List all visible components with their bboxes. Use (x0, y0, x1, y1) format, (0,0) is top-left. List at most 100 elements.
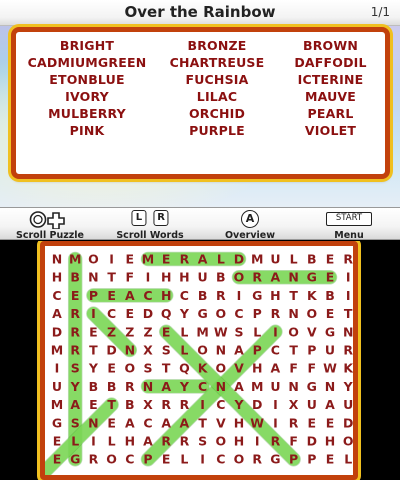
letter-cell[interactable]: A (180, 415, 190, 430)
letter-cell[interactable]: Y (88, 361, 99, 376)
letter-cell[interactable]: O (306, 306, 317, 321)
letter-cell[interactable]: C (198, 379, 207, 394)
letter-cell[interactable]: R (271, 306, 281, 321)
letter-cell[interactable]: C (216, 397, 225, 412)
letter-cell[interactable]: I (91, 306, 96, 321)
letter-cell[interactable]: E (326, 270, 335, 285)
letter-cell[interactable]: C (52, 288, 61, 303)
letter-cell[interactable]: M (69, 252, 81, 267)
letter-cell[interactable]: O (215, 434, 226, 449)
letter-cell[interactable]: L (180, 343, 188, 358)
letter-cell[interactable]: B (107, 379, 117, 394)
letter-cell[interactable]: O (234, 452, 245, 467)
letter-cell[interactable]: G (52, 415, 62, 430)
letter-cell[interactable]: E (326, 252, 335, 267)
letter-cell[interactable]: H (325, 434, 335, 449)
letter-cell[interactable]: R (252, 452, 262, 467)
letter-cell[interactable]: Y (233, 397, 244, 412)
letter-cell[interactable]: I (237, 288, 242, 303)
letter-cell[interactable]: I (273, 397, 278, 412)
letter-cell[interactable]: I (346, 288, 351, 303)
letter-cell[interactable]: E (89, 397, 98, 412)
letter-cell[interactable]: D (106, 343, 116, 358)
letter-cell[interactable]: K (343, 361, 353, 376)
letter-cell[interactable]: E (162, 252, 171, 267)
letter-cell[interactable]: I (255, 434, 260, 449)
letter-cell[interactable]: O (343, 434, 353, 449)
letter-cell[interactable]: U (270, 379, 280, 394)
letter-cell[interactable]: O (288, 324, 299, 339)
letter-cell[interactable]: I (200, 452, 205, 467)
letter-cell[interactable]: N (216, 343, 226, 358)
letter-cell[interactable]: R (180, 397, 190, 412)
letter-cell[interactable]: I (55, 361, 60, 376)
letter-cell[interactable]: A (52, 306, 62, 321)
letter-cell[interactable]: X (143, 343, 153, 358)
letter-cell[interactable]: I (200, 397, 205, 412)
letter-cell[interactable]: N (52, 252, 62, 267)
letter-cell[interactable]: L (217, 252, 225, 267)
letter-cell[interactable]: O (88, 252, 99, 267)
letter-cell[interactable]: G (307, 270, 317, 285)
letter-cell[interactable]: S (162, 343, 171, 358)
letter-cell[interactable]: A (234, 343, 244, 358)
letter-cell[interactable]: I (346, 270, 351, 285)
letter-cell[interactable]: Z (107, 324, 116, 339)
letter-cell[interactable]: A (70, 397, 80, 412)
letter-cell[interactable]: V (216, 415, 226, 430)
letter-cell[interactable]: D (143, 306, 153, 321)
letter-cell[interactable]: R (70, 343, 80, 358)
letter-cell[interactable]: I (273, 415, 278, 430)
letter-cell[interactable]: P (307, 452, 316, 467)
puzzle-frame[interactable]: NMOIEMERALDMULBERHBNTFIHHUBORANGEICEPEAC… (40, 241, 358, 480)
letter-cell[interactable]: E (107, 361, 116, 376)
letter-cell[interactable]: E (162, 452, 171, 467)
letter-cell[interactable]: S (198, 434, 207, 449)
letter-cell[interactable]: A (143, 434, 153, 449)
letter-cell[interactable]: P (253, 343, 262, 358)
letter-cell[interactable]: Q (161, 306, 172, 321)
letter-cell[interactable]: I (273, 324, 278, 339)
letter-cell[interactable]: W (323, 361, 337, 376)
letter-cell[interactable]: S (234, 324, 243, 339)
letter-grid[interactable]: N M O I E M E R A L D M U L B E RH B N T F I H H U B O R A N G E IC E P E A C… (45, 246, 353, 475)
letter-cell[interactable]: T (198, 415, 207, 430)
letter-cell[interactable]: N (343, 324, 353, 339)
letter-cell[interactable]: T (107, 397, 116, 412)
letter-cell[interactable]: V (234, 361, 244, 376)
letter-cell[interactable]: K (307, 288, 318, 303)
letter-cell[interactable]: G (252, 288, 262, 303)
letter-cell[interactable]: I (109, 252, 114, 267)
letter-cell[interactable]: I (91, 434, 96, 449)
letter-cell[interactable]: U (343, 397, 353, 412)
letter-cell[interactable]: O (197, 343, 208, 358)
letter-cell[interactable]: R (271, 434, 281, 449)
letter-cell[interactable]: O (215, 306, 226, 321)
letter-cell[interactable]: R (343, 252, 353, 267)
letter-cell[interactable]: F (126, 270, 135, 285)
letter-cell[interactable]: E (89, 324, 98, 339)
letter-cell[interactable]: N (216, 379, 226, 394)
letter-cell[interactable]: N (125, 343, 135, 358)
letter-cell[interactable]: H (52, 270, 62, 285)
letter-cell[interactable]: O (234, 270, 245, 285)
letter-cell[interactable]: A (161, 379, 171, 394)
letter-cell[interactable]: B (307, 252, 317, 267)
letter-cell[interactable]: Q (179, 361, 190, 376)
letter-cell[interactable]: E (126, 306, 135, 321)
letter-cell[interactable]: H (161, 270, 171, 285)
letter-cell[interactable]: A (234, 379, 244, 394)
letter-cell[interactable]: F (289, 434, 298, 449)
letter-cell[interactable]: R (343, 343, 353, 358)
letter-cell[interactable]: V (307, 324, 317, 339)
letter-cell[interactable]: R (125, 379, 135, 394)
letter-cell[interactable]: M (51, 397, 63, 412)
letter-cell[interactable]: P (143, 452, 152, 467)
letter-cell[interactable]: W (250, 415, 264, 430)
letter-cell[interactable]: Z (125, 324, 134, 339)
letter-cell[interactable]: O (124, 361, 135, 376)
letter-cell[interactable]: C (216, 452, 225, 467)
letter-cell[interactable]: T (107, 270, 116, 285)
letter-cell[interactable]: B (70, 270, 80, 285)
letter-cell[interactable]: B (325, 288, 335, 303)
